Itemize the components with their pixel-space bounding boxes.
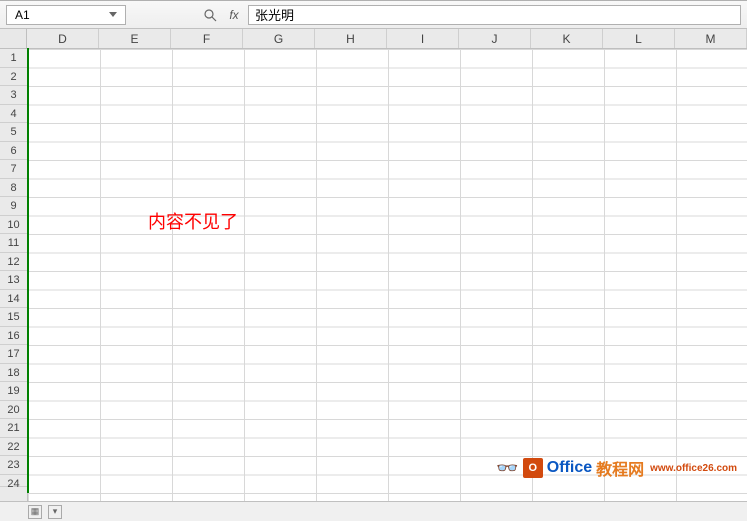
row-header[interactable]: 1 — [0, 49, 27, 68]
row-header[interactable]: 17 — [0, 345, 27, 364]
fx-icon[interactable]: fx — [226, 7, 242, 23]
row-header[interactable]: 4 — [0, 105, 27, 124]
formula-bar: A1 fx 张光明 — [0, 1, 747, 29]
row-header[interactable]: 15 — [0, 308, 27, 327]
col-header[interactable]: J — [459, 29, 531, 48]
row-header[interactable]: 9 — [0, 197, 27, 216]
col-header[interactable]: I — [387, 29, 459, 48]
row-header[interactable]: 23 — [0, 456, 27, 475]
row-header[interactable]: 6 — [0, 142, 27, 161]
select-all-corner[interactable] — [0, 29, 27, 49]
col-header[interactable]: F — [171, 29, 243, 48]
watermark: 👓 O Office教程网 www.office26.com — [496, 456, 737, 480]
name-box[interactable]: A1 — [6, 5, 126, 25]
row-header[interactable]: 18 — [0, 364, 27, 383]
name-box-value: A1 — [15, 8, 109, 22]
header-row: D E F G H I J K L M — [0, 29, 747, 49]
zoom-icon[interactable] — [202, 7, 218, 23]
col-header[interactable]: E — [99, 29, 171, 48]
formula-input[interactable]: 张光明 — [248, 5, 741, 25]
row-header[interactable]: 16 — [0, 327, 27, 346]
grid-area: 1 2 3 4 5 6 7 8 9 10 11 12 13 14 15 16 1… — [0, 49, 747, 501]
watermark-url: www.office26.com — [650, 463, 737, 474]
sheet-tab-bar: ▦ ▾ — [0, 501, 747, 521]
column-headers: D E F G H I J K L M — [27, 29, 747, 49]
col-header[interactable]: D — [27, 29, 99, 48]
row-header[interactable]: 12 — [0, 253, 27, 272]
col-header[interactable]: G — [243, 29, 315, 48]
col-header[interactable]: K — [531, 29, 603, 48]
row-header[interactable]: 7 — [0, 160, 27, 179]
row-header[interactable]: 10 — [0, 216, 27, 235]
col-header[interactable]: H — [315, 29, 387, 48]
watermark-suffix: 教程网 — [596, 456, 644, 480]
row-headers: 1 2 3 4 5 6 7 8 9 10 11 12 13 14 15 16 1… — [0, 49, 28, 501]
col-header[interactable]: L — [603, 29, 675, 48]
row-header[interactable]: 8 — [0, 179, 27, 198]
row-header[interactable]: 24 — [0, 475, 27, 487]
active-cell-indicator — [27, 48, 29, 493]
formula-icons: fx — [202, 7, 242, 23]
formula-value: 张光明 — [255, 5, 294, 24]
col-header[interactable]: M — [675, 29, 747, 48]
logo-badge: O — [523, 458, 543, 478]
row-header[interactable]: 19 — [0, 382, 27, 401]
row-header[interactable]: 2 — [0, 68, 27, 87]
watermark-brand: Office — [547, 459, 592, 477]
row-header[interactable]: 3 — [0, 86, 27, 105]
row-header[interactable]: 14 — [0, 290, 27, 309]
row-header[interactable]: 11 — [0, 234, 27, 253]
dropdown-arrow-icon[interactable] — [109, 12, 117, 17]
cells-grid[interactable]: 内容不见了 — [28, 49, 747, 501]
row-header[interactable]: 20 — [0, 401, 27, 420]
row-header[interactable]: 5 — [0, 123, 27, 142]
row-header[interactable]: 13 — [0, 271, 27, 290]
row-header[interactable]: 21 — [0, 419, 27, 438]
sheet-dropdown-icon[interactable]: ▾ — [48, 505, 62, 519]
glasses-icon: 👓 — [496, 458, 518, 479]
row-header[interactable]: 22 — [0, 438, 27, 457]
sheet-view-icon[interactable]: ▦ — [28, 505, 42, 519]
annotation-text: 内容不见了 — [148, 208, 238, 234]
